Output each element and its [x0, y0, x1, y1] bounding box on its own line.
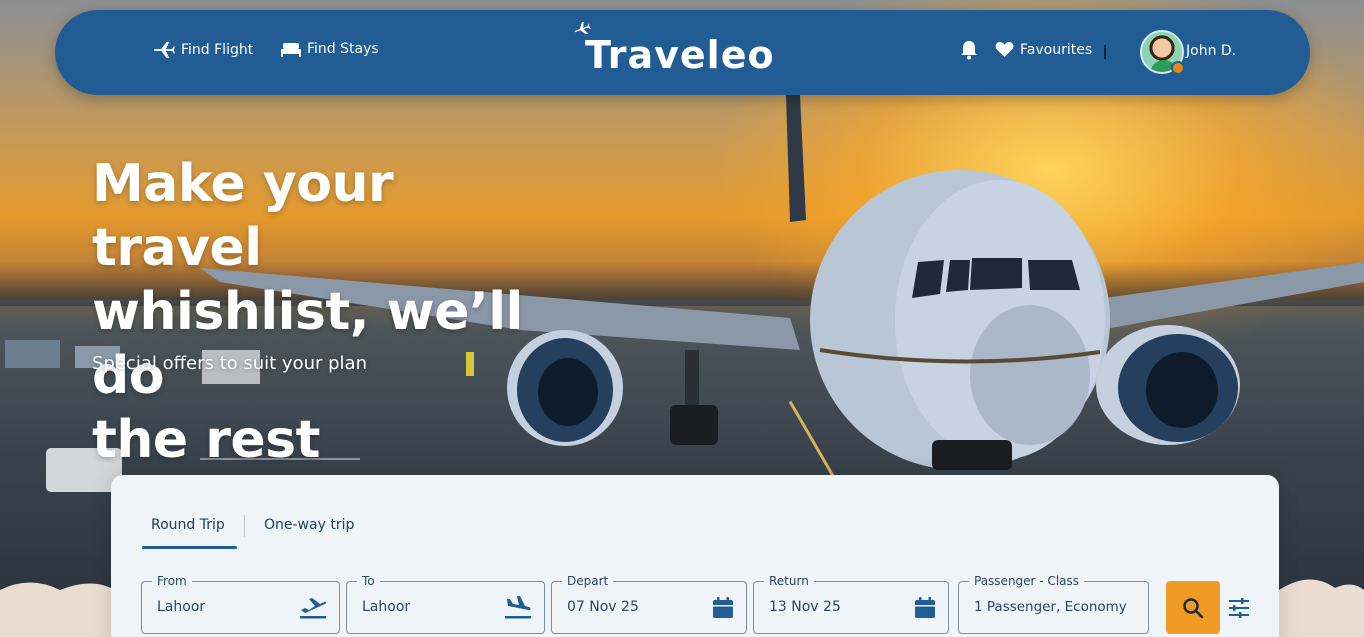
- return-label: Return: [764, 573, 814, 589]
- plane-icon: [154, 41, 175, 59]
- passenger-class-label: Passenger - Class: [969, 573, 1085, 589]
- from-label: From: [152, 573, 192, 589]
- bell-icon: [961, 41, 977, 60]
- return-value: 13 Nov 25: [769, 599, 841, 615]
- calendar-icon: [915, 597, 935, 618]
- tab-round-trip[interactable]: Round Trip: [151, 517, 225, 533]
- depart-date-field[interactable]: Depart 07 Nov 25: [551, 573, 747, 634]
- search-button[interactable]: [1166, 581, 1220, 634]
- find-flight-label: Find Flight: [181, 42, 254, 58]
- hero-subline: Special offers to suit your plan: [92, 353, 367, 374]
- tab-separator: [244, 515, 245, 537]
- top-navbar: Find Flight Find Stays Traveleo Favourit…: [55, 10, 1310, 95]
- hero-headline: Make your travel whishlist, we’ll do the…: [92, 152, 562, 472]
- calendar-icon: [713, 597, 733, 618]
- hero-headline-line: Make your travel: [92, 154, 394, 278]
- find-stays-label: Find Stays: [307, 41, 379, 57]
- heart-icon: [995, 41, 1014, 58]
- logo-text: Traveleo: [585, 33, 775, 77]
- active-tab-indicator: [142, 546, 237, 549]
- landing-icon: [505, 596, 531, 619]
- sliders-icon[interactable]: [1227, 596, 1251, 620]
- takeoff-icon: [300, 598, 327, 619]
- flight-search-panel: Round Trip One-way trip From Lahoor To L…: [111, 475, 1279, 637]
- return-date-field[interactable]: Return 13 Nov 25: [753, 573, 949, 634]
- find-stays-link[interactable]: Find Stays: [281, 41, 379, 57]
- favourites-label: Favourites: [1020, 41, 1093, 58]
- passenger-class-value: 1 Passenger, Economy: [974, 599, 1127, 615]
- to-value: Lahoor: [362, 599, 411, 615]
- passenger-class-field[interactable]: Passenger - Class 1 Passenger, Economy: [958, 573, 1149, 634]
- logo[interactable]: Traveleo: [574, 22, 785, 80]
- bed-icon: [281, 43, 301, 57]
- from-value: Lahoor: [157, 599, 206, 615]
- notifications-button[interactable]: [960, 40, 978, 60]
- favourites-link[interactable]: Favourites: [995, 41, 1092, 58]
- find-flight-link[interactable]: Find Flight: [153, 41, 253, 59]
- to-label: To: [357, 573, 380, 589]
- search-icon: [1183, 597, 1204, 618]
- hero-headline-line: the rest: [92, 410, 320, 470]
- hero-headline-line: whishlist, we’ll do: [92, 282, 523, 406]
- from-field[interactable]: From Lahoor: [141, 573, 340, 634]
- nav-divider: [1104, 45, 1106, 59]
- user-name[interactable]: John D.: [1186, 43, 1236, 59]
- depart-value: 07 Nov 25: [567, 599, 639, 615]
- tab-one-way[interactable]: One-way trip: [264, 517, 354, 533]
- avatar-status-badge: [1171, 61, 1185, 75]
- depart-label: Depart: [562, 573, 614, 589]
- to-field[interactable]: To Lahoor: [346, 573, 545, 634]
